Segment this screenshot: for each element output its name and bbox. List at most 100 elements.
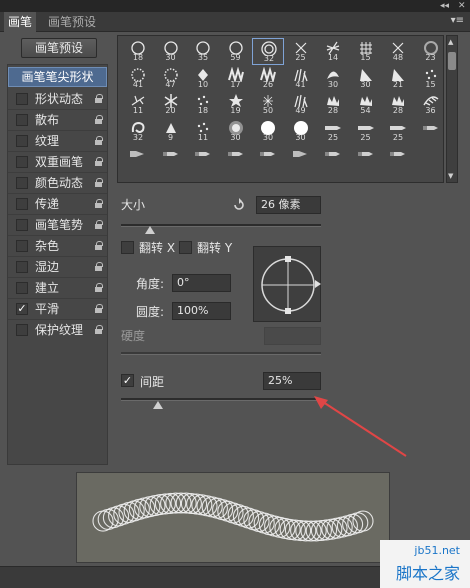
brush-preset-ring-thin[interactable]: 59 [220,38,252,65]
checkbox[interactable] [16,198,28,210]
brush-preset-star[interactable]: 19 [220,91,252,118]
brush-preset-grass[interactable]: 49 [285,91,317,118]
sidebar-item-shape-dynamics[interactable]: 形状动态 [8,89,107,109]
lock-icon[interactable] [95,325,103,335]
brush-preset-leaf[interactable]: 30 [317,65,349,92]
lock-icon[interactable] [95,136,103,146]
brush-preset-ring-thin[interactable]: 30 [155,38,187,65]
brush-preset-triangle[interactable]: 9 [155,118,187,145]
spacing-slider-track[interactable] [121,398,321,401]
brush-preset-snowflake[interactable]: 20 [155,91,187,118]
brush-preset-ring-dotted[interactable]: 41 [122,65,154,92]
angle-input[interactable]: 0° [172,274,231,292]
brush-preset-feather[interactable]: 36 [415,91,444,118]
checkbox[interactable] [16,240,28,252]
sidebar-item-dual-brush[interactable]: 双重画笔 [8,152,107,172]
size-slider-handle[interactable] [145,226,155,234]
sidebar-item-transfer[interactable]: 传递 [8,194,107,214]
brush-preset-rough[interactable]: 28 [317,91,349,118]
brush-preset-pencil-tip[interactable] [350,144,382,171]
brush-preset-dots[interactable]: 18 [187,91,219,118]
sidebar-item-noise[interactable]: 杂色 [8,236,107,256]
checkbox[interactable] [16,324,28,336]
brush-preset-pencil-tip[interactable] [415,118,444,145]
lock-icon[interactable] [95,157,103,167]
brush-preset-pencil-tip[interactable] [252,144,284,171]
brush-grid-scrollbar[interactable]: ▲ ▼ [446,35,458,183]
sidebar-item-scattering[interactable]: 散布 [8,110,107,130]
brush-preset-dots[interactable]: 15 [415,65,444,92]
hardness-input[interactable] [264,327,321,345]
brush-preset-zigzag[interactable]: 17 [220,65,252,92]
angle-roundness-widget[interactable] [253,246,321,322]
brush-preset-soft-round[interactable]: 30 [220,118,252,145]
brush-preset-ring-soft[interactable]: 23 [415,38,444,65]
brush-preset-grass[interactable]: 41 [285,65,317,92]
lock-icon[interactable] [95,199,103,209]
sidebar-item-smoothing[interactable]: ✓ 平滑 [8,299,107,319]
brush-preset-pencil-tip[interactable] [155,144,187,171]
roundness-input[interactable]: 100% [172,302,231,320]
checkbox[interactable] [16,135,28,147]
checkbox[interactable] [16,93,28,105]
brush-preset-ring-thin[interactable]: 18 [122,38,154,65]
brush-preset-grid-hash[interactable]: 15 [350,38,382,65]
checkbox[interactable] [16,156,28,168]
brush-preset-dots[interactable]: 11 [187,118,219,145]
brush-preset-zigzag[interactable]: 26 [252,65,284,92]
sidebar-item-protect-texture[interactable]: 保护纹理 [8,320,107,340]
brush-preset-chalk[interactable]: 25 [350,118,382,145]
scroll-up-icon[interactable]: ▲ [448,38,453,46]
brush-preset-chalk[interactable]: 25 [382,118,414,145]
brush-preset-pencil-tip[interactable] [187,144,219,171]
size-input[interactable]: 26 像素 [256,196,321,214]
lock-icon[interactable] [95,115,103,125]
brush-preset-pencil-tip[interactable] [220,144,252,171]
brush-preset-rough[interactable]: 28 [382,91,414,118]
spacing-checkbox[interactable]: ✓ [121,374,134,387]
sidebar-item-brush-pose[interactable]: 画笔笔势 [8,215,107,235]
sidebar-item-color-dynamics[interactable]: 颜色动态 [8,173,107,193]
panel-menu-icon[interactable]: ▾≡ [451,15,464,26]
brush-presets-button[interactable]: 画笔预设 [21,38,97,58]
lock-icon[interactable] [95,283,103,293]
lock-icon[interactable] [95,241,103,251]
brush-preset-ring-double[interactable]: 32 [252,38,284,65]
flip-x-checkbox[interactable] [121,241,134,254]
tab-brush[interactable]: 画笔 [4,12,37,32]
checkbox[interactable] [16,219,28,231]
hardness-slider-track[interactable] [121,352,321,355]
brush-preset-ring-thin[interactable]: 35 [187,38,219,65]
brush-preset-x-cross[interactable]: 25 [285,38,317,65]
checkbox[interactable] [16,177,28,189]
close-panel-icon[interactable]: ✕ [458,0,466,12]
checkbox-checked[interactable]: ✓ [16,303,28,315]
sidebar-item-brush-tip-shape[interactable]: 画笔笔尖形状 [8,67,107,87]
checkbox[interactable] [16,282,28,294]
brush-preset-diamond[interactable]: 10 [187,65,219,92]
brush-preset-swirl[interactable]: 32 [122,118,154,145]
brush-preset-twig[interactable]: 11 [122,91,154,118]
brush-preset-hard-round[interactable]: 30 [252,118,284,145]
brush-preset-airbrush[interactable] [285,144,317,171]
flip-y-checkbox[interactable] [179,241,192,254]
brush-preset-chalk[interactable]: 25 [317,118,349,145]
scroll-down-icon[interactable]: ▼ [448,172,453,180]
brush-preset-hard-round[interactable]: 30 [285,118,317,145]
sidebar-item-wet-edges[interactable]: 湿边 [8,257,107,277]
brush-preset-pencil-tip[interactable] [317,144,349,171]
collapse-panel-icon[interactable]: ◂◂ [440,0,449,12]
lock-icon[interactable] [95,178,103,188]
brush-preset-hash-cross[interactable]: 14 [317,38,349,65]
reset-size-icon[interactable] [232,198,246,212]
brush-preset-rough[interactable]: 54 [350,91,382,118]
brush-preset-fan[interactable]: 30 [350,65,382,92]
checkbox[interactable] [16,261,28,273]
spacing-slider-handle[interactable] [153,401,163,409]
lock-icon[interactable] [95,262,103,272]
tab-brush-presets[interactable]: 画笔预设 [44,12,100,32]
checkbox[interactable] [16,114,28,126]
lock-icon[interactable] [95,220,103,230]
sidebar-item-build-up[interactable]: 建立 [8,278,107,298]
lock-icon[interactable] [95,94,103,104]
